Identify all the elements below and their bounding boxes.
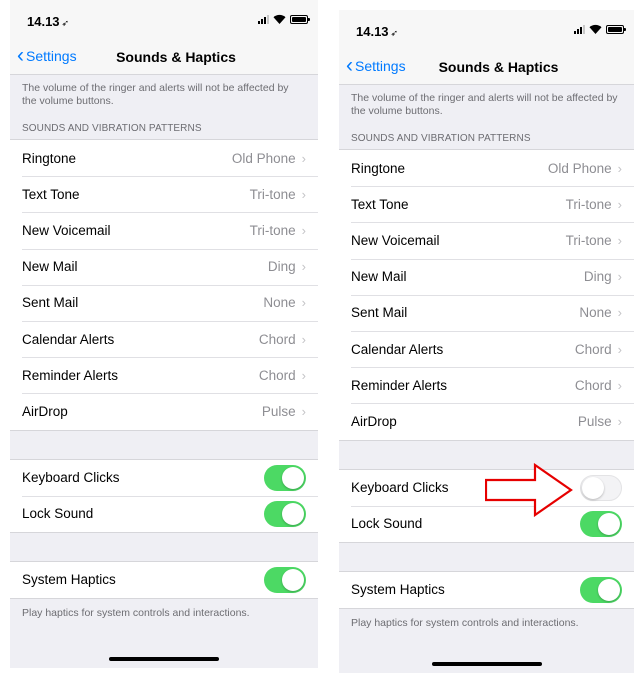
battery-icon [290,15,310,24]
sounds-list: Ringtone Old Phone › Text Tone Tri-tone › Ne… [10,139,318,431]
new-voicemail-row[interactable]: New Voicemail Tri-tone › [10,212,318,248]
reminder-alerts-row[interactable]: Reminder Alerts Chord › [339,367,634,403]
ringtone-row[interactable]: Ringtone Old Phone › [10,140,318,176]
lock-sound-toggle[interactable] [580,510,622,537]
status-bar: 14.13 ➶ [10,0,318,40]
chevron-right-icon: › [617,232,622,248]
chevron-right-icon: › [617,413,622,429]
chevron-right-icon: › [617,160,622,176]
calendar-alerts-row[interactable]: Calendar Alerts Chord › [339,330,634,367]
new-mail-row[interactable]: New Mail Ding › [339,258,634,295]
haptics-note: Play haptics for system controls and int… [351,617,579,630]
chevron-right-icon: › [301,403,306,419]
battery-icon [606,25,626,34]
airdrop-row[interactable]: AirDrop Pulse › [339,403,634,439]
status-bar: 14.13 ➶ [339,10,634,50]
status-time: 14.13 [356,24,389,39]
reminder-alerts-row[interactable]: Reminder Alerts Chord › [10,357,318,393]
airdrop-row[interactable]: AirDrop Pulse › [10,393,318,429]
section-header: SOUNDS AND VIBRATION PATTERNS [351,133,531,144]
chevron-right-icon: › [301,295,306,311]
lock-sound-toggle[interactable] [264,500,306,527]
lock-sound-row: Lock Sound [10,495,318,532]
new-mail-row[interactable]: New Mail Ding › [10,248,318,285]
system-haptics-row: System Haptics [10,562,318,598]
ringtone-row[interactable]: Ringtone Old Phone › [339,150,634,186]
phone-screen-left: 14.13 ➶ ‹ Settings Sounds & Haptics The v… [10,0,318,668]
annotation-arrow-icon [485,463,573,517]
text-tone-row[interactable]: Text Tone Tri-tone › [10,176,318,212]
system-haptics-toggle[interactable] [580,576,622,603]
wifi-icon [273,14,286,24]
new-voicemail-row[interactable]: New Voicemail Tri-tone › [339,222,634,258]
chevron-right-icon: › [301,150,306,166]
keyboard-clicks-toggle[interactable] [264,464,306,491]
system-haptics-row: System Haptics [339,572,634,608]
chevron-right-icon: › [617,269,622,285]
page-title: Sounds & Haptics [438,59,559,75]
chevron-right-icon: › [617,341,622,357]
status-time: 14.13 [27,14,60,29]
nav-bar: ‹ Settings Sounds & Haptics [10,40,318,75]
haptics-list: System Haptics [339,570,634,610]
chevron-right-icon: › [301,186,306,202]
haptics-note: Play haptics for system controls and int… [22,607,250,620]
wifi-icon [589,24,602,34]
chevron-right-icon: › [617,305,622,321]
phone-screen-right: 14.13 ➶ ‹ Settings Sounds & Haptics The v… [339,10,634,673]
nav-bar: ‹ Settings Sounds & Haptics [339,50,634,85]
chevron-right-icon: › [301,331,306,347]
text-tone-row[interactable]: Text Tone Tri-tone › [339,186,634,222]
volume-note: The volume of the ringer and alerts will… [351,92,618,117]
keyboard-clicks-row: Keyboard Clicks [10,460,318,496]
feedback-list: Keyboard Clicks Lock Sound [10,458,318,533]
sounds-list: Ringtone Old Phone › Text Tone Tri-tone › Ne… [339,149,634,441]
haptics-list: System Haptics [10,560,318,600]
cellular-signal-icon [258,15,269,24]
sent-mail-row[interactable]: Sent Mail None › [10,284,318,321]
chevron-right-icon: › [301,222,306,238]
cellular-signal-icon [574,25,585,34]
chevron-right-icon: › [617,377,622,393]
volume-note: The volume of the ringer and alerts will… [22,82,289,107]
chevron-right-icon: › [301,259,306,275]
home-indicator[interactable] [431,662,542,666]
section-header: SOUNDS AND VIBRATION PATTERNS [22,123,202,134]
location-icon: ➶ [61,18,70,28]
page-title: Sounds & Haptics [116,49,236,65]
keyboard-clicks-toggle[interactable] [580,474,622,501]
sent-mail-row[interactable]: Sent Mail None › [339,294,634,331]
location-icon: ➶ [390,28,399,38]
chevron-right-icon: › [617,196,622,212]
chevron-right-icon: › [301,367,306,383]
home-indicator[interactable] [109,657,219,661]
calendar-alerts-row[interactable]: Calendar Alerts Chord › [10,320,318,357]
system-haptics-toggle[interactable] [264,566,306,593]
